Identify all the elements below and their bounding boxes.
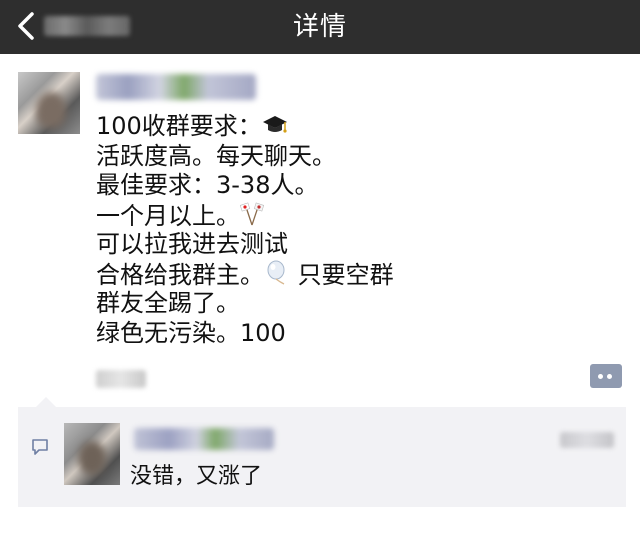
page-title: 详情 xyxy=(292,12,347,42)
post-line: 一个月以上。 xyxy=(96,201,394,231)
commenter-avatar[interactable] xyxy=(64,423,120,485)
more-actions-button[interactable] xyxy=(590,364,622,388)
post-line: 合格给我群主。 只要空群 xyxy=(96,260,394,289)
balloon-icon xyxy=(267,260,285,285)
dot-icon xyxy=(598,374,603,379)
author-name[interactable] xyxy=(96,74,256,100)
graduation-cap-icon xyxy=(262,116,287,133)
post-text: 100收群要求： 活跃度高。每天聊天。 最佳要求：3-38人。 一个月以上。 可… xyxy=(96,112,394,348)
dot-icon xyxy=(607,374,612,379)
post-line: 最佳要求：3-38人。 xyxy=(96,171,319,199)
comment-timestamp xyxy=(560,432,614,448)
post-line: 绿色无污染。100 xyxy=(96,318,286,347)
comment-bubble-icon xyxy=(32,439,48,455)
navigation-bar: 发现 详情 xyxy=(0,0,640,54)
comment-text: 没错，又涨了 xyxy=(130,464,263,489)
author-avatar[interactable] xyxy=(18,72,80,134)
commenter-name[interactable] xyxy=(134,428,274,450)
post-line: 活跃度高。每天聊天。 xyxy=(96,141,336,170)
crossed-flags-icon xyxy=(240,202,264,225)
post-timestamp xyxy=(96,370,146,388)
post-line: 100收群要求： xyxy=(96,112,394,142)
post-line: 群友全踢了。 xyxy=(96,289,240,317)
post-line: 可以拉我进去测试 xyxy=(96,230,288,258)
